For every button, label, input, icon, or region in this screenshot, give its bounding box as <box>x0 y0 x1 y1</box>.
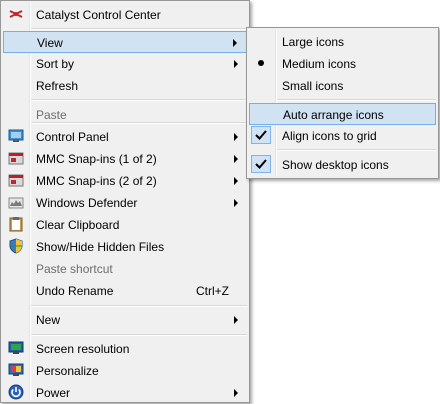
menu-item-personalize[interactable]: Personalize <box>3 360 247 382</box>
submenu-item-small-icons[interactable]: Small icons <box>249 75 436 97</box>
submenu-item-show-desktop-icons[interactable]: Show desktop icons <box>249 154 436 176</box>
clipboard-icon <box>9 217 23 232</box>
menu-item-label: Refresh <box>36 79 79 93</box>
submenu-arrow-icon <box>233 39 237 47</box>
menu-item-mmc-snap-ins-2[interactable]: MMC Snap-ins (2 of 2) <box>3 170 247 192</box>
menu-item-control-panel[interactable]: Control Panel <box>3 126 247 148</box>
menu-item-undo-rename[interactable]: Undo Rename Ctrl+Z <box>3 280 247 302</box>
catalyst-icon <box>9 10 23 18</box>
submenu-arrow-icon <box>234 177 238 185</box>
control-panel-icon <box>8 129 24 142</box>
menu-item-label: Screen resolution <box>36 342 130 356</box>
menu-item-label: Small icons <box>282 79 344 93</box>
menu-item-label: Auto arrange icons <box>283 108 384 122</box>
power-icon <box>8 384 24 400</box>
menu-item-label: Undo Rename <box>36 284 114 298</box>
mmc-icon <box>8 152 24 165</box>
shield-icon <box>9 238 23 254</box>
submenu-item-medium-icons[interactable]: Medium icons <box>249 53 436 75</box>
mmc-icon <box>8 174 24 187</box>
menu-separator <box>31 334 247 336</box>
submenu-item-auto-arrange-icons[interactable]: Auto arrange icons <box>249 103 436 125</box>
menu-item-windows-defender[interactable]: Windows Defender <box>3 192 247 214</box>
menu-item-label: Personalize <box>36 364 99 378</box>
checkmark-icon <box>251 155 271 173</box>
menu-item-label: Align icons to grid <box>282 129 377 143</box>
menu-item-label: Power <box>36 386 71 400</box>
menu-item-label: Show/Hide Hidden Files <box>36 240 165 254</box>
menu-item-label: Large icons <box>282 35 345 49</box>
menu-item-label: Control Panel <box>36 130 109 144</box>
view-submenu: Large icons Medium icons Small icons Aut… <box>246 27 439 179</box>
desktop-context-menu: Catalyst Control Center View Sort by Ref… <box>0 0 250 403</box>
menu-item-label: Sort by <box>36 57 75 71</box>
menu-item-paste-shortcut: Paste shortcut <box>3 258 247 280</box>
submenu-arrow-icon <box>234 155 238 163</box>
menu-item-label: Show desktop icons <box>282 158 389 172</box>
menu-item-label: Windows Defender <box>36 196 138 210</box>
menu-item-label: Catalyst Control Center <box>36 8 161 22</box>
menu-separator <box>31 122 247 124</box>
submenu-item-align-icons-to-grid[interactable]: Align icons to grid <box>249 125 436 147</box>
personalize-icon <box>8 363 24 376</box>
submenu-arrow-icon <box>234 199 238 207</box>
checkmark-icon <box>251 126 271 144</box>
menu-item-power[interactable]: Power <box>3 382 247 404</box>
menu-item-label: MMC Snap-ins (2 of 2) <box>36 174 157 188</box>
windows-defender-icon <box>8 197 24 209</box>
menu-item-new[interactable]: New <box>3 309 247 331</box>
menu-separator <box>31 99 247 101</box>
menu-item-mmc-snap-ins-1[interactable]: MMC Snap-ins (1 of 2) <box>3 148 247 170</box>
menu-item-label: Medium icons <box>282 57 357 71</box>
menu-item-label: View <box>37 36 63 50</box>
menu-item-sort-by[interactable]: Sort by <box>3 53 247 75</box>
menu-item-view[interactable]: View <box>3 31 247 53</box>
submenu-arrow-icon <box>234 316 238 324</box>
menu-item-catalyst-control-center[interactable]: Catalyst Control Center <box>3 4 247 26</box>
submenu-item-large-icons[interactable]: Large icons <box>249 31 436 53</box>
radio-bullet-icon <box>258 60 264 66</box>
menu-item-label: Clear Clipboard <box>36 218 120 232</box>
menu-separator <box>277 149 436 151</box>
submenu-arrow-icon <box>234 133 238 141</box>
submenu-arrow-icon <box>234 60 238 68</box>
menu-item-label: Paste shortcut <box>36 262 113 276</box>
menu-item-show-hide-hidden-files[interactable]: Show/Hide Hidden Files <box>3 236 247 258</box>
menu-separator <box>31 28 247 30</box>
menu-separator <box>31 305 247 307</box>
menu-item-label: New <box>36 313 61 327</box>
keyboard-shortcut: Ctrl+Z <box>196 284 229 298</box>
menu-item-label: Paste <box>36 108 67 122</box>
screen-resolution-icon <box>8 341 24 354</box>
menu-item-refresh[interactable]: Refresh <box>3 75 247 97</box>
submenu-arrow-icon <box>234 389 238 397</box>
menu-item-clear-clipboard[interactable]: Clear Clipboard <box>3 214 247 236</box>
menu-separator <box>277 99 436 101</box>
menu-item-label: MMC Snap-ins (1 of 2) <box>36 152 157 166</box>
menu-item-screen-resolution[interactable]: Screen resolution <box>3 338 247 360</box>
